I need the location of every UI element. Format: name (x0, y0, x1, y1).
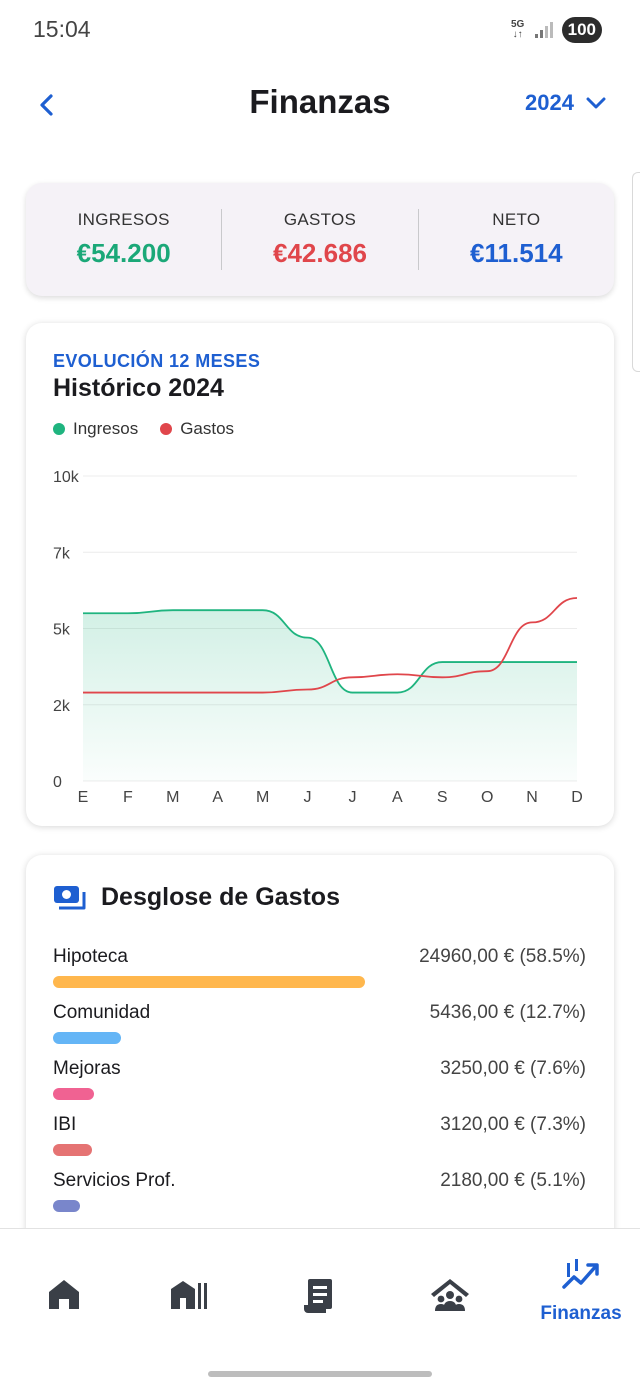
expense-name: Comunidad (53, 1002, 151, 1023)
expense-bar (53, 1144, 92, 1156)
y-tick-label: 10k (53, 469, 80, 486)
summary-net-value: €11.514 (470, 238, 563, 268)
receipt-icon (304, 1279, 332, 1313)
summary-net: NETO €11.514 (419, 183, 614, 296)
expense-value: 24960,00 € (58.5%) (419, 946, 586, 967)
expense-row-comunidad: Comunidad 5436,00 € (12.7%) (53, 1002, 586, 1044)
expense-row-ibi: IBI 3120,00 € (7.3%) (53, 1114, 586, 1156)
summary-card: INGRESOS €54.200 GASTOS €42.686 NETO €11… (26, 183, 614, 296)
x-tick-label: J (348, 789, 356, 806)
community-icon (431, 1279, 469, 1311)
expense-name: Mejoras (53, 1058, 121, 1079)
x-tick-label: E (78, 789, 89, 806)
summary-net-label: NETO (492, 210, 541, 229)
summary-income-value: €54.200 (76, 238, 171, 268)
x-tick-label: D (571, 789, 583, 806)
x-tick-label: O (481, 789, 493, 806)
status-bar: 15:04 5G ↓↑ 100 (0, 0, 640, 60)
x-tick-label: S (437, 789, 448, 806)
summary-expenses: GASTOS €42.686 (222, 183, 417, 296)
line-chart: 0 2k 5k 7k 10k E F M A M J J A S O N D (53, 469, 583, 806)
nav-item-properties[interactable] (125, 1229, 253, 1359)
network-indicator: 5G ↓↑ (510, 19, 525, 40)
x-tick-label: A (392, 789, 403, 806)
expense-row-mejoras: Mejoras 3250,00 € (7.6%) (53, 1058, 586, 1100)
expense-name: Hipoteca (53, 946, 128, 967)
expense-name: IBI (53, 1114, 77, 1135)
home-indicator[interactable] (208, 1371, 432, 1377)
x-tick-label: F (123, 789, 133, 806)
chart-card: EVOLUCIÓN 12 MESES Histórico 2024 Ingres… (26, 323, 614, 826)
signal-icon (534, 22, 553, 38)
expense-bar (53, 976, 365, 988)
y-tick-label: 5k (53, 622, 71, 639)
x-tick-label: J (304, 789, 312, 806)
nav-item-finanzas-label: Finanzas (540, 1303, 622, 1324)
summary-income: INGRESOS €54.200 (26, 183, 221, 296)
home-icon (49, 1280, 79, 1309)
trending-up-icon (562, 1259, 599, 1289)
year-selector-value: 2024 (525, 90, 574, 115)
summary-expenses-value: €42.686 (273, 238, 367, 268)
nav-item-community[interactable] (386, 1229, 514, 1359)
expense-value: 5436,00 € (12.7%) (429, 1002, 586, 1023)
expense-bar (53, 1200, 81, 1212)
network-type: 5G (510, 19, 525, 30)
status-time: 15:04 (33, 16, 91, 42)
status-icons: 5G ↓↑ 100 (510, 17, 602, 43)
battery-indicator: 100 (561, 17, 602, 43)
buildings-icon (171, 1281, 207, 1309)
expense-value: 2180,00 € (5.1%) (440, 1170, 586, 1191)
money-icon (54, 885, 86, 909)
scrollbar[interactable] (632, 172, 640, 372)
y-tick-label: 2k (53, 698, 71, 715)
nav-item-documents[interactable] (255, 1229, 383, 1359)
expense-breakdown-card: Desglose de Gastos Hipoteca 24960,00 € (5… (26, 855, 614, 1255)
expense-name: Servicios Prof. (53, 1170, 176, 1191)
expense-value: 3120,00 € (7.3%) (440, 1114, 586, 1135)
x-tick-label: M (256, 789, 269, 806)
bottom-navigation: Finanzas (0, 1228, 640, 1387)
summary-expenses-label: GASTOS (283, 210, 357, 229)
y-tick-label: 7k (53, 545, 71, 562)
series-area-ingresos (83, 610, 577, 781)
expense-value: 3250,00 € (7.6%) (440, 1058, 586, 1079)
x-tick-label: M (166, 789, 179, 806)
nav-item-home[interactable] (0, 1229, 128, 1359)
breakdown-title: Desglose de Gastos (101, 883, 340, 911)
expense-row-hipoteca: Hipoteca 24960,00 € (58.5%) (53, 946, 586, 988)
expense-row-servicios: Servicios Prof. 2180,00 € (5.1%) (53, 1170, 586, 1212)
nav-item-finanzas[interactable]: Finanzas (517, 1229, 640, 1359)
chevron-down-icon (586, 97, 606, 109)
y-tick-label: 0 (53, 774, 62, 791)
x-tick-label: A (212, 789, 223, 806)
breakdown-header: Desglose de Gastos (53, 883, 340, 912)
expense-bar (53, 1088, 94, 1100)
app-bar: Finanzas 2024 (0, 78, 640, 130)
year-selector[interactable]: 2024 (525, 90, 606, 116)
x-tick-label: N (526, 789, 538, 806)
summary-income-label: INGRESOS (77, 210, 170, 229)
expense-bar (53, 1032, 121, 1044)
